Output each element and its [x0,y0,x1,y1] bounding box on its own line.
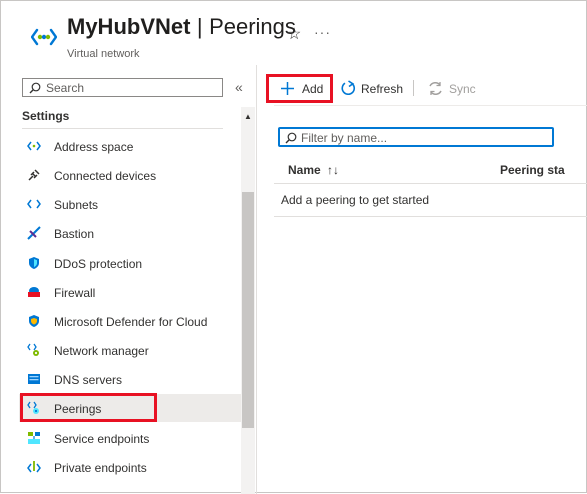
search-icon [285,132,297,144]
filter-input[interactable]: Filter by name... [278,127,554,147]
menu-scrollbar-thumb[interactable] [242,192,254,428]
scroll-up-arrow-icon[interactable]: ▲ [244,112,252,121]
search-placeholder: Search [46,81,85,95]
sidebar-item-ddos-protection[interactable]: DDoS protection [19,249,241,277]
toolbar-divider [274,105,587,106]
sidebar-item-label: DDoS protection [54,257,143,271]
virtual-network-icon [31,28,57,46]
sidebar-item-bastion[interactable]: Bastion [19,219,241,247]
sidebar-item-label: Subnets [54,198,99,212]
filter-placeholder: Filter by name... [301,131,388,145]
sidebar-item-network-manager[interactable]: Network manager [19,336,241,364]
toolbar-separator [413,80,414,96]
refresh-icon [341,80,356,96]
sidebar-item-label: Service endpoints [54,432,150,446]
dns-icon [28,374,40,384]
sidebar-item-label: Firewall [54,286,96,300]
column-header-name[interactable]: Name ↑↓ [288,163,339,177]
bastion-icon [27,226,41,240]
settings-section-label: Settings [22,109,70,123]
network-manager-icon [27,343,39,356]
defender-icon [29,315,39,327]
sidebar-item-address-space[interactable]: Address space [19,132,241,160]
sidebar-item-defender-for-cloud[interactable]: Microsoft Defender for Cloud [19,307,241,335]
sync-icon [429,82,442,95]
collapse-menu-button[interactable]: « [235,79,243,95]
column-header-label: Peering sta [500,163,565,177]
table-header-divider [274,183,587,184]
sort-icon[interactable]: ↑↓ [327,163,339,177]
shield-icon [29,257,39,269]
refresh-label: Refresh [361,82,404,96]
sidebar-item-private-endpoints[interactable]: Private endpoints [19,453,241,481]
search-icon [29,82,41,94]
sync-label: Sync [449,82,476,96]
subnets-icon [27,199,41,209]
refresh-button[interactable]: Refresh [337,77,405,101]
plug-icon [28,169,40,181]
sidebar-item-dns-servers[interactable]: DNS servers [19,365,241,393]
blade-name: Peerings [209,14,296,39]
column-header-label: Name [288,163,321,177]
sync-button[interactable]: Sync [425,77,485,101]
column-header-peering-status[interactable]: Peering sta [500,163,565,177]
star-icon[interactable]: ☆ [287,24,301,44]
peerings-highlight-box [20,393,157,422]
resource-type: Virtual network [67,48,140,60]
resource-name: MyHubVNet [67,14,191,39]
sidebar-item-firewall[interactable]: Firewall [19,278,241,306]
sidebar-item-label: Bastion [54,227,95,241]
address-space-icon [27,141,41,151]
sidebar-item-subnets[interactable]: Subnets [19,190,241,218]
firewall-icon [28,287,40,297]
sidebar-item-connected-devices[interactable]: Connected devices [19,161,241,189]
add-highlight-box [266,74,333,103]
title-separator: | [196,14,203,39]
page-title: MyHubVNet | Peerings [67,14,296,40]
empty-state-message: Add a peering to get started [281,193,430,207]
sidebar-item-label: Network manager [54,344,149,358]
pane-divider [256,65,257,494]
sidebar-item-label: Private endpoints [54,461,147,475]
section-divider [22,128,223,129]
sidebar-item-label: Microsoft Defender for Cloud [54,315,208,329]
sidebar-item-label: Address space [54,140,134,154]
service-endpoints-icon [28,432,40,444]
blade-header: MyHubVNet | Peerings ☆ ··· Virtual netwo… [1,1,587,65]
table-row-divider [274,216,587,217]
sidebar-item-label: DNS servers [54,373,123,387]
private-endpoints-icon [27,461,41,473]
sidebar-item-label: Connected devices [54,169,157,183]
more-icon[interactable]: ··· [314,24,331,40]
sidebar-item-service-endpoints[interactable]: Service endpoints [19,424,241,452]
menu-search-input[interactable]: Search [22,78,223,97]
